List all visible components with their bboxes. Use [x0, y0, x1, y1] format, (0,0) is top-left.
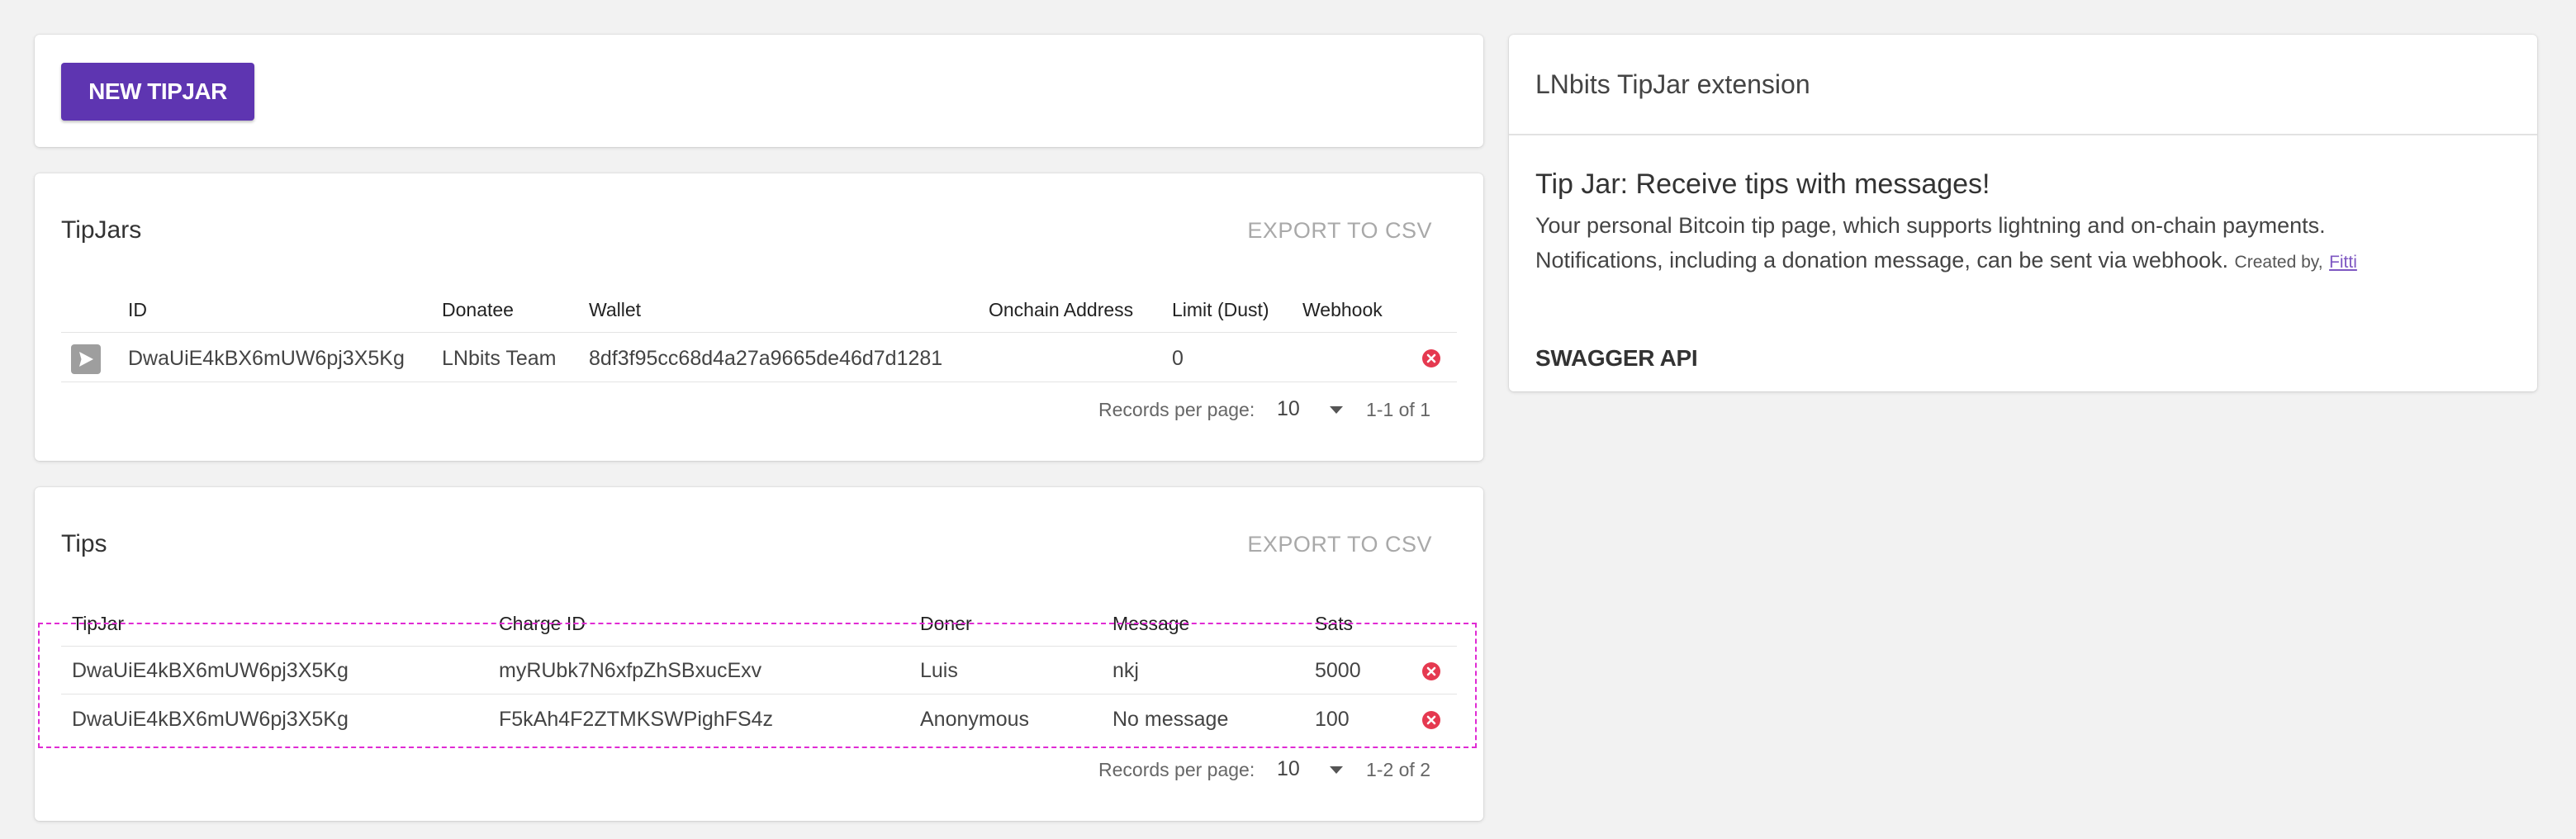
new-tipjar-card: NEW TIPJAR: [35, 35, 1483, 147]
tip-tipjar: DwaUiE4kBX6mUW6pj3X5Kg: [72, 708, 349, 731]
tip-tipjar: DwaUiE4kBX6mUW6pj3X5Kg: [72, 659, 349, 682]
author-link[interactable]: Fitti: [2329, 253, 2357, 272]
swagger-api-button[interactable]: SWAGGER API: [1535, 345, 1698, 372]
tipjar-donatee: LNbits Team: [442, 347, 557, 370]
records-per-page-select[interactable]: 10: [1277, 757, 1300, 781]
table-divider: [61, 332, 1457, 333]
column-header-id[interactable]: ID: [128, 299, 147, 321]
records-per-page-label: Records per page:: [1098, 399, 1255, 420]
divider: [1509, 134, 2537, 135]
tips-card: Tips EXPORT TO CSV TipJar Charge ID Done…: [35, 487, 1483, 821]
delete-icon[interactable]: [1421, 348, 1441, 368]
tip-message: nkj: [1112, 659, 1139, 682]
info-heading: Tip Jar: Receive tips with messages!: [1535, 168, 1990, 200]
column-header-charge-id[interactable]: Charge ID: [499, 613, 586, 635]
new-tipjar-button[interactable]: NEW TIPJAR: [61, 63, 254, 121]
pagination-range: 1-1 of 1: [1366, 399, 1430, 420]
column-header-webhook[interactable]: Webhook: [1302, 299, 1383, 321]
column-header-tipjar[interactable]: TipJar: [72, 613, 124, 635]
info-notifications: Notifications, including a donation mess…: [1535, 248, 2357, 273]
column-header-donatee[interactable]: Donatee: [442, 299, 514, 321]
records-per-page-select[interactable]: 10: [1277, 397, 1300, 421]
column-header-message[interactable]: Message: [1112, 613, 1189, 635]
column-header-doner[interactable]: Doner: [920, 613, 972, 635]
send-icon-glyph: [79, 352, 93, 367]
tipjar-limit: 0: [1172, 347, 1184, 370]
tip-charge-id: myRUbk7N6xfpZhSBxucExv: [499, 659, 762, 682]
pagination-range: 1-2 of 2: [1366, 759, 1430, 780]
tips-title: Tips: [61, 530, 107, 557]
tip-doner: Luis: [920, 659, 958, 682]
created-by-label: Created by,: [2234, 253, 2323, 272]
records-per-page-label: Records per page:: [1098, 759, 1255, 780]
extension-title: LNbits TipJar extension: [1535, 69, 1810, 99]
tipjar-wallet: 8df3f95cc68d4a27a9665de46d7d1281: [589, 347, 943, 370]
caret-down-icon[interactable]: [1330, 406, 1343, 414]
tipjars-card: TipJars EXPORT TO CSV ID Donatee Wallet …: [35, 173, 1483, 461]
caret-down-icon[interactable]: [1330, 766, 1343, 774]
info-notifications-text: Notifications, including a donation mess…: [1535, 248, 2229, 273]
tip-sats: 100: [1315, 708, 1350, 731]
column-header-wallet[interactable]: Wallet: [589, 299, 641, 321]
tip-doner: Anonymous: [920, 708, 1030, 731]
info-description: Your personal Bitcoin tip page, which su…: [1535, 213, 2326, 238]
info-card: LNbits TipJar extension Tip Jar: Receive…: [1509, 35, 2537, 391]
tip-charge-id: F5kAh4F2ZTMKSWPighFS4z: [499, 708, 774, 731]
column-header-onchain-address[interactable]: Onchain Address: [989, 299, 1133, 321]
delete-icon[interactable]: [1421, 661, 1441, 681]
tipjar-id: DwaUiE4kBX6mUW6pj3X5Kg: [128, 347, 405, 370]
column-header-sats[interactable]: Sats: [1315, 613, 1353, 635]
send-icon[interactable]: [71, 344, 101, 374]
table-divider: [61, 646, 1457, 647]
tipjars-title: TipJars: [61, 216, 142, 244]
column-header-limit[interactable]: Limit (Dust): [1172, 299, 1269, 321]
tips-export-csv-button[interactable]: EXPORT TO CSV: [1247, 532, 1432, 557]
tip-sats: 5000: [1315, 659, 1361, 682]
delete-icon[interactable]: [1421, 710, 1441, 730]
tipjars-export-csv-button[interactable]: EXPORT TO CSV: [1247, 218, 1432, 244]
tip-message: No message: [1112, 708, 1229, 731]
